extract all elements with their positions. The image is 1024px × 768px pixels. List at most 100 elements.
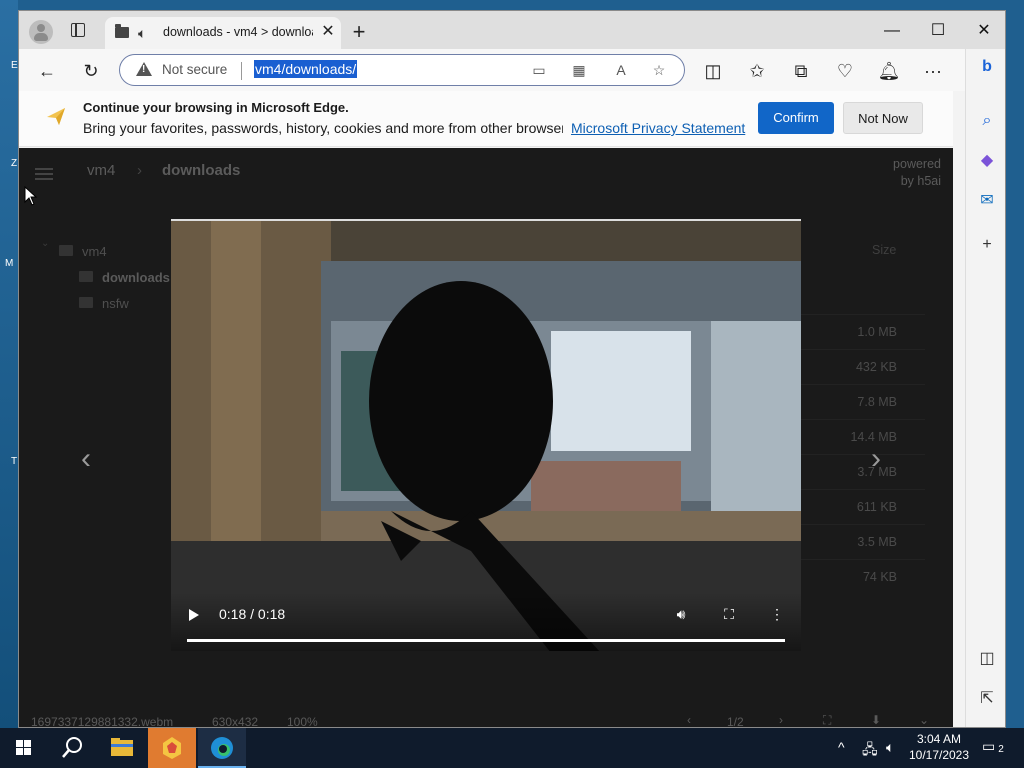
- clock[interactable]: 3:04 AM 10/17/2023: [906, 732, 972, 762]
- security-indicator[interactable]: Not secure: [162, 62, 227, 77]
- tree-item-nsfw[interactable]: nsfw: [102, 296, 129, 311]
- fullscreen-icon[interactable]: ⛶: [719, 604, 739, 624]
- warning-icon[interactable]: [136, 62, 152, 76]
- minimize-button[interactable]: —: [877, 19, 907, 43]
- collections-icon[interactable]: ⧉: [787, 57, 815, 85]
- outlook-icon[interactable]: ✉: [975, 189, 999, 213]
- start-button[interactable]: [0, 728, 48, 768]
- viewer-prev-icon[interactable]: ‹: [687, 713, 691, 727]
- tree-item-vm4[interactable]: vm4: [82, 244, 107, 259]
- desktop-icon-label[interactable]: E: [11, 60, 18, 71]
- breadcrumb-separator: ›: [137, 162, 142, 179]
- speaker-icon[interactable]: 🔈︎: [138, 25, 156, 41]
- app-available-icon[interactable]: ▭: [528, 60, 550, 80]
- privacy-statement-link[interactable]: Microsoft Privacy Statement: [571, 120, 745, 136]
- edge-taskbar-button[interactable]: [198, 728, 246, 768]
- new-tab-button[interactable]: +: [349, 21, 369, 43]
- viewer-fit-icon[interactable]: ⛶: [823, 713, 831, 727]
- size-cell: 1.0 MB: [799, 314, 925, 349]
- app-button[interactable]: [148, 728, 196, 768]
- folder-icon: [79, 297, 93, 308]
- powered-by-line: powered: [893, 157, 941, 171]
- size-cell: 3.7 MB: [799, 454, 925, 489]
- previous-arrow-icon[interactable]: ‹: [81, 444, 91, 474]
- shopping-icon[interactable]: ◆: [975, 149, 999, 173]
- tab-actions-icon: [71, 23, 85, 37]
- viewer-next-icon[interactable]: ›: [779, 713, 783, 727]
- viewer-close-icon[interactable]: ⌄: [919, 713, 929, 727]
- split-screen-icon[interactable]: ◫: [699, 57, 727, 85]
- breadcrumb-downloads[interactable]: downloads: [162, 162, 240, 179]
- import-infobar: Continue your browsing in Microsoft Edge…: [19, 91, 953, 147]
- tray-overflow-icon[interactable]: ^: [838, 739, 845, 755]
- size-column-header[interactable]: Size: [872, 243, 896, 257]
- tab-title: downloads - vm4 > downloads: [163, 25, 313, 39]
- size-cell: 14.4 MB: [799, 419, 925, 454]
- address-divider: [241, 62, 242, 80]
- play-icon[interactable]: [189, 609, 199, 621]
- search-icon[interactable]: ⌕: [975, 109, 999, 133]
- chat-bubble-icon: ▭: [982, 738, 996, 754]
- powered-by[interactable]: powered by h5ai: [893, 156, 941, 190]
- close-tab-button[interactable]: ✕: [319, 23, 337, 41]
- maximize-button[interactable]: ☐: [923, 19, 953, 43]
- profile-icon[interactable]: [29, 20, 53, 44]
- not-now-button[interactable]: Not Now: [843, 102, 923, 134]
- confirm-button[interactable]: Confirm: [758, 102, 834, 134]
- address-bar[interactable]: Not secure vm4/downloads/ ▭ ▦ A ☆: [119, 54, 685, 86]
- size-cell: 432 KB: [799, 349, 925, 384]
- tab-downloads[interactable]: 🔈︎ downloads - vm4 > downloads ✕: [105, 17, 341, 49]
- import-arrow-icon: [47, 108, 65, 125]
- video-progress-bar[interactable]: [187, 639, 785, 642]
- size-cell: 611 KB: [799, 489, 925, 524]
- infobar-title: Continue your browsing in Microsoft Edge…: [83, 100, 349, 115]
- settings-menu-icon[interactable]: ···: [919, 57, 947, 85]
- more-options-icon[interactable]: ⋮: [767, 604, 787, 624]
- network-icon[interactable]: 🖧︎: [862, 739, 878, 763]
- viewer-filename: 1697337129881332.webm: [31, 715, 174, 728]
- viewer-dimensions: 630x432: [212, 715, 259, 728]
- folder-icon: [79, 271, 93, 282]
- copilot-icon[interactable]: b: [975, 55, 999, 79]
- browser-toolbar: ← ↻ Not secure vm4/downloads/ ▭ ▦ A ☆ ◫ …: [19, 49, 965, 91]
- url-text[interactable]: vm4/downloads/: [254, 60, 358, 78]
- viewer-position: 1/2: [727, 715, 744, 728]
- breadcrumb-vm4[interactable]: vm4: [87, 162, 115, 179]
- open-external-icon[interactable]: ⇱: [975, 687, 999, 711]
- next-arrow-icon[interactable]: ›: [871, 444, 881, 474]
- folder-icon: [115, 24, 129, 38]
- read-aloud-icon[interactable]: A: [610, 60, 632, 80]
- size-cell: 74 KB: [799, 559, 925, 594]
- powered-by-line: by h5ai: [900, 174, 941, 188]
- back-button[interactable]: ←: [33, 57, 61, 85]
- tab-actions-button[interactable]: [65, 19, 91, 41]
- refresh-button[interactable]: ↻: [77, 57, 105, 85]
- video-time: 0:18 / 0:18: [219, 606, 286, 622]
- desktop-icon-label[interactable]: M: [5, 258, 13, 269]
- size-cell: 7.8 MB: [799, 384, 925, 419]
- volume-icon[interactable]: 🔊︎: [671, 604, 691, 624]
- tree-item-downloads[interactable]: downloads: [102, 270, 170, 285]
- video-player[interactable]: 0:18 / 0:18 🔊︎ ⛶ ⋮: [171, 219, 801, 651]
- favorite-star-icon[interactable]: ☆: [648, 60, 670, 80]
- qr-code-icon[interactable]: ▦: [568, 60, 590, 80]
- favorites-icon[interactable]: ✩: [743, 57, 771, 85]
- volume-muted-icon[interactable]: 🔈︎: [886, 739, 894, 756]
- viewer-download-icon[interactable]: ⬇: [871, 713, 881, 727]
- notifications-icon[interactable]: 🔔︎: [875, 57, 903, 85]
- hide-sidebar-icon[interactable]: ◫: [975, 647, 999, 671]
- desktop-icon-label[interactable]: Z: [11, 158, 17, 169]
- close-window-button[interactable]: ✕: [969, 19, 999, 43]
- add-sidebar-app-icon[interactable]: +: [975, 233, 999, 257]
- infobar-text: Bring your favorites, passwords, history…: [83, 120, 563, 136]
- desktop-icon-label[interactable]: T: [11, 456, 17, 467]
- menu-icon[interactable]: [35, 168, 53, 180]
- viewer-status-bar: 1697337129881332.webm 630x432 100% ‹ 1/2…: [19, 711, 953, 728]
- file-explorer-button[interactable]: [98, 728, 146, 768]
- size-cell: 3.5 MB: [799, 524, 925, 559]
- clock-time: 3:04 AM: [916, 732, 962, 746]
- notifications-button[interactable]: ▭ 2: [980, 738, 1008, 758]
- search-button[interactable]: [48, 728, 96, 768]
- browser-essentials-icon[interactable]: ♡: [831, 57, 859, 85]
- tree-expand-icon[interactable]: ⌄: [41, 238, 49, 249]
